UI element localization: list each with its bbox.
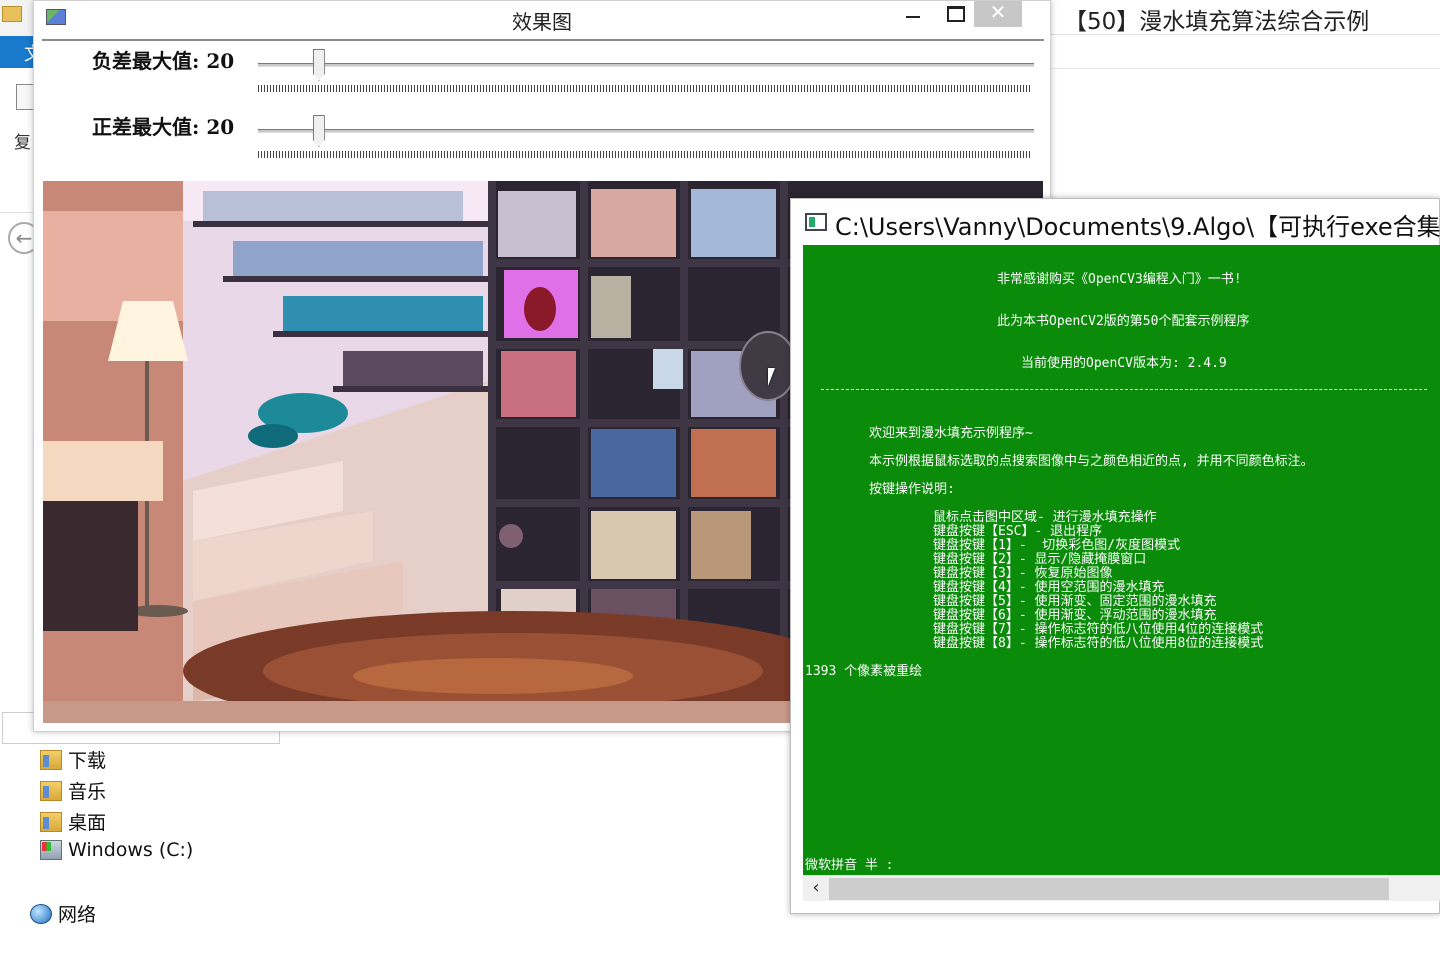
nav-item-label: 桌面 bbox=[68, 812, 107, 834]
folder-icon bbox=[2, 6, 22, 22]
nav-item-downloads[interactable]: 下载 bbox=[40, 746, 106, 773]
nav-item-network[interactable]: 网络 bbox=[30, 900, 96, 927]
window-titlebar[interactable]: 效果图 ✕ bbox=[34, 1, 1050, 37]
trackbar-negative-diff: 负差最大值: 20 bbox=[42, 43, 1044, 107]
console-key-line: 键盘按键【5】- 使用渐变、固定范围的漫水填充 bbox=[933, 594, 1217, 609]
console-line-description: 本示例根据鼠标选取的点搜索图像中与之颜色相近的点, 并用不同颜色标注。 bbox=[869, 454, 1314, 469]
desktop: 文 复 ← 下载 音乐 桌面 Windows (C:) 网络 【50】漫水填充算… bbox=[0, 0, 1440, 960]
console-app-icon bbox=[805, 213, 827, 231]
divider bbox=[1050, 68, 1440, 69]
window-title: 效果图 bbox=[512, 10, 572, 34]
console-key-line: 键盘按键【4】- 使用空范围的漫水填充 bbox=[933, 580, 1165, 595]
console-key-line: 键盘按键【6】- 使用渐变、浮动范围的漫水填充 bbox=[933, 608, 1217, 623]
minimize-button[interactable] bbox=[900, 1, 926, 27]
copy-command-label[interactable]: 复 bbox=[14, 128, 31, 153]
nav-item-drive-c[interactable]: Windows (C:) bbox=[40, 839, 193, 861]
console-key-line: 键盘按键【ESC】- 退出程序 bbox=[933, 524, 1103, 539]
console-key-line: 键盘按键【1】- 切换彩色图/灰度图模式 bbox=[933, 538, 1181, 553]
console-line-result: 1393 个像素被重绘 bbox=[805, 664, 923, 679]
console-title: C:\Users\Vanny\Documents\9.Algo\【可执行exe合… bbox=[835, 213, 1440, 241]
console-line-program: 此为本书OpenCV2版的第50个配套示例程序 bbox=[997, 314, 1250, 329]
downloads-folder-icon bbox=[40, 749, 62, 770]
console-window[interactable]: C:\Users\Vanny\Documents\9.Algo\【可执行exe合… bbox=[790, 198, 1440, 914]
scrollbar-thumb[interactable] bbox=[829, 878, 1389, 900]
trackbar-thumb[interactable] bbox=[312, 115, 325, 147]
console-line-thanks: 非常感谢购买《OpenCV3编程入门》一书! bbox=[997, 272, 1242, 287]
trackbar-label: 负差最大值: 20 bbox=[92, 49, 235, 73]
console-key-line: 键盘按键【8】- 操作标志符的低八位使用8位的连接模式 bbox=[933, 636, 1264, 651]
trackbar-positive-diff: 正差最大值: 20 bbox=[42, 109, 1044, 173]
drive-icon bbox=[40, 840, 62, 860]
nav-item-desktop[interactable]: 桌面 bbox=[40, 808, 106, 835]
trackbar-track[interactable] bbox=[258, 63, 1034, 67]
music-folder-icon bbox=[40, 780, 62, 801]
nav-item-label: 音乐 bbox=[68, 781, 107, 803]
console-key-line: 鼠标点击图中区域- 进行漫水填充操作 bbox=[933, 510, 1157, 525]
console-key-line: 键盘按键【2】- 显示/隐藏掩膜窗口 bbox=[933, 552, 1147, 567]
scroll-left-arrow-icon[interactable]: ‹ bbox=[805, 876, 827, 902]
console-line-version: 当前使用的OpenCV版本为: 2.4.9 bbox=[1021, 356, 1227, 371]
nav-item-music[interactable]: 音乐 bbox=[40, 777, 106, 804]
console-key-line: 键盘按键【3】- 恢复原始图像 bbox=[933, 566, 1113, 581]
trackbar-thumb[interactable] bbox=[312, 49, 325, 81]
toolbar-divider bbox=[42, 39, 1044, 41]
console-separator bbox=[821, 389, 1427, 390]
trackbar-ticks bbox=[258, 151, 1032, 158]
nav-item-label: Windows (C:) bbox=[68, 839, 194, 861]
close-button[interactable]: ✕ bbox=[974, 1, 1022, 27]
trackbar-track[interactable] bbox=[258, 129, 1034, 133]
ime-status: 微软拼音 半 : bbox=[805, 858, 894, 873]
console-titlebar[interactable]: C:\Users\Vanny\Documents\9.Algo\【可执行exe合… bbox=[791, 199, 1440, 245]
maximize-button[interactable] bbox=[942, 1, 968, 27]
console-output[interactable]: 非常感谢购买《OpenCV3编程入门》一书! 此为本书OpenCV2版的第50个… bbox=[803, 245, 1440, 875]
mouse-cursor-icon bbox=[768, 368, 782, 386]
desktop-folder-icon bbox=[40, 811, 62, 832]
horizontal-scrollbar[interactable]: ‹ bbox=[803, 875, 1440, 901]
close-icon: ✕ bbox=[989, 0, 1007, 24]
console-key-line: 键盘按键【7】- 操作标志符的低八位使用4位的连接模式 bbox=[933, 622, 1264, 637]
console-line-welcome: 欢迎来到漫水填充示例程序~ bbox=[869, 426, 1033, 441]
article-title: 【50】漫水填充算法综合示例 bbox=[1064, 9, 1370, 35]
trackbar-label: 正差最大值: 20 bbox=[92, 115, 235, 139]
network-icon bbox=[30, 903, 52, 924]
trackbar-ticks bbox=[258, 85, 1032, 92]
console-line-keys-title: 按键操作说明: bbox=[869, 482, 955, 497]
nav-item-label: 下载 bbox=[68, 750, 107, 772]
divider bbox=[1050, 34, 1440, 35]
nav-item-label: 网络 bbox=[58, 904, 97, 926]
